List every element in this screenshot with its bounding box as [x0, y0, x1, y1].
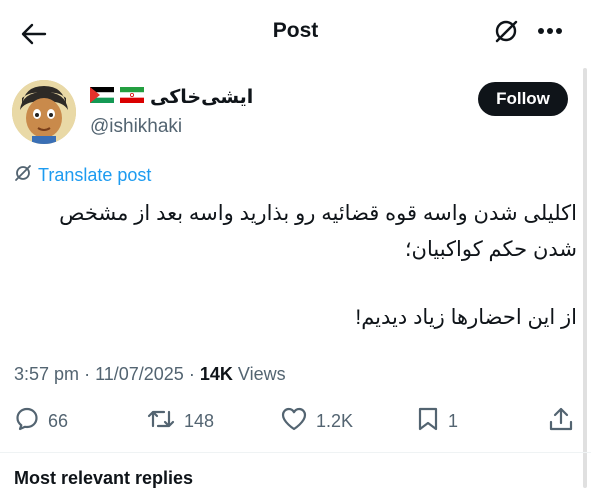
follow-button[interactable]: Follow: [478, 82, 568, 116]
repost-icon: [146, 406, 176, 437]
post-meta: 3:57 pm · 11/07/2025 · 14K Views: [14, 364, 286, 384]
translate-icon: [14, 164, 32, 187]
views-count: 14K: [199, 364, 233, 384]
bookmark-count: 1: [448, 411, 459, 431]
bookmark-icon: [416, 406, 440, 437]
author-handle[interactable]: @ishikhaki: [90, 116, 182, 138]
iran-flag-icon: [120, 87, 144, 108]
share-icon: [548, 406, 574, 437]
post-time[interactable]: 3:57 pm: [14, 364, 79, 384]
translate-post-link[interactable]: Translate post: [14, 164, 151, 187]
more-options-icon[interactable]: [537, 27, 563, 35]
like-count: 1.2K: [316, 411, 354, 431]
post-date[interactable]: 11/07/2025: [95, 364, 184, 384]
action-bar: 66 148 1.2K 1: [0, 406, 591, 446]
replies-sort-label[interactable]: Most relevant replies: [14, 468, 193, 489]
views-label: Views: [237, 364, 286, 384]
reply-button[interactable]: 66: [14, 406, 68, 437]
repost-count: 148: [184, 411, 215, 431]
top-bar: Post: [0, 0, 591, 64]
post-body: اکلیلی شدن واسه قوه قضائیه رو بذارید واس…: [14, 196, 577, 336]
grok-icon[interactable]: [493, 18, 519, 44]
divider: [0, 452, 591, 453]
heart-icon: [280, 406, 308, 437]
translate-label: Translate post: [38, 165, 152, 185]
share-button[interactable]: [548, 406, 574, 437]
avatar[interactable]: [12, 80, 76, 144]
reply-icon: [14, 406, 40, 437]
author-display-name[interactable]: ایشی‌خاکی: [150, 86, 253, 109]
reply-count: 66: [48, 411, 69, 431]
bookmark-button[interactable]: 1: [416, 406, 458, 437]
like-button[interactable]: 1.2K: [280, 406, 353, 437]
palestine-flag-icon: [90, 87, 114, 108]
post-text-paragraph-2: از این احضارها زیاد دیدیم!: [355, 306, 577, 329]
author-name-row: ایشی‌خاکی: [90, 86, 253, 109]
post-text-paragraph-1: اکلیلی شدن واسه قوه قضائیه رو بذارید واس…: [59, 202, 577, 261]
repost-button[interactable]: 148: [146, 406, 214, 437]
